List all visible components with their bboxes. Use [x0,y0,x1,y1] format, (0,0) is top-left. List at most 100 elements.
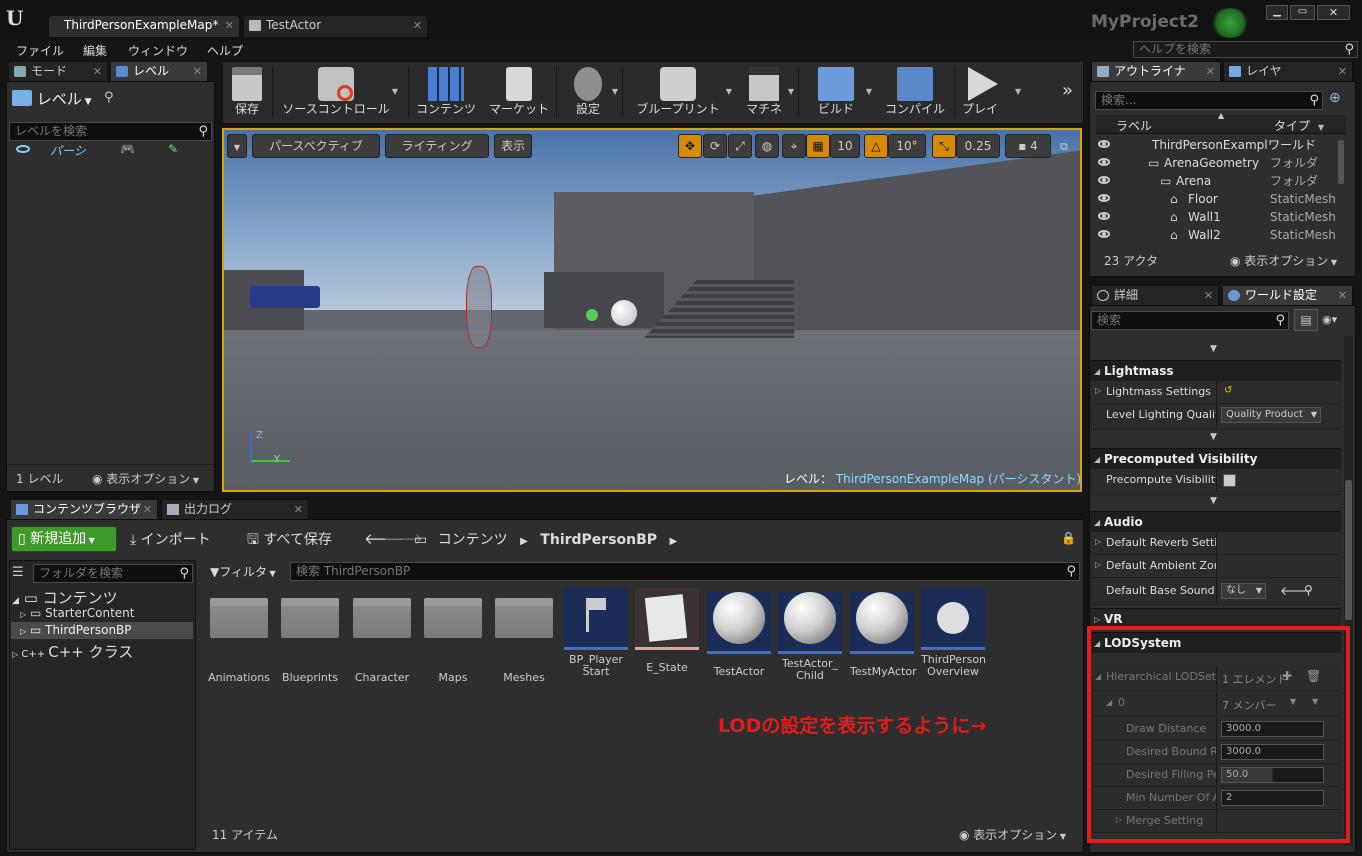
lighting-quality-dropdown[interactable]: Quality Product ▼ [1221,407,1321,423]
menu-file[interactable]: ファイル [16,42,64,59]
section-vr[interactable]: ▷ VR [1090,608,1341,628]
eye-icon[interactable] [1098,194,1110,202]
close-icon[interactable]: ✕ [225,16,234,35]
outliner-row[interactable]: ▭ Arena フォルダ [1098,172,1338,190]
close-icon[interactable]: ✕ [143,500,152,519]
details-scrollbar-thumb[interactable] [1345,480,1352,620]
scale-snap-value[interactable]: 0.25 [956,134,1000,158]
filters-button[interactable]: ▼フィルタ ▼ [210,563,276,580]
grid-snap-icon[interactable]: ▦ [806,134,830,158]
tab-outliner[interactable]: アウトライナ ✕ [1091,61,1221,81]
outliner-view-options[interactable]: ◉ 表示オプション ▼ [1230,252,1337,269]
section-audio[interactable]: ◢ Audio [1090,511,1341,532]
surface-snap-icon[interactable]: ⌖ [782,134,806,158]
pencil-icon[interactable]: ✎ [168,142,178,156]
perspective-button[interactable]: パースペクティブ [252,134,380,158]
asset-search-input[interactable]: 検索 ThirdPersonBP ⚲ [290,562,1080,581]
breadcrumb-arrow-icon[interactable]: ▶ [670,536,678,547]
dropdown-icon[interactable]: ▼ [612,87,618,96]
world-space-icon[interactable]: ◍ [755,134,779,158]
levels-search-input[interactable]: レベルを検索 ⚲ [9,122,212,141]
lock-icon[interactable]: 🔒 [1061,531,1076,545]
close-icon[interactable]: ✕ [1206,62,1215,81]
outliner-row[interactable]: ⌂FloorStaticMeshActor [1098,190,1338,208]
unreal-logo-icon[interactable]: U [6,6,30,32]
eye-icon[interactable] [16,145,30,153]
asset-tile[interactable]: TestActor_ Child [778,588,842,682]
eye-icon[interactable] [1098,176,1110,184]
close-icon[interactable]: ✕ [413,16,422,35]
asset-tile[interactable]: BP_Player Start [564,588,628,678]
expand-arrow-icon[interactable]: ▼ [1210,496,1217,506]
asset-tile[interactable]: Animations [207,588,271,684]
compile-button[interactable]: コンパイル [880,65,950,120]
asset-tile[interactable]: Meshes [492,588,556,684]
translate-tool-icon[interactable]: ✥ [678,134,702,158]
dropdown-icon[interactable]: ▼ [788,87,794,96]
tab-output-log[interactable]: 出力ログ ✕ [161,499,309,519]
tree-item-content[interactable]: ◢ ▭ コンテンツ [12,587,118,608]
scale-snap-icon[interactable]: ⤡ [932,134,956,158]
dropdown-icon[interactable]: ▼ [726,87,732,96]
sources-toggle-icon[interactable]: ☰ [12,565,24,580]
precompute-checkbox[interactable] [1223,474,1236,487]
tab-test-actor[interactable]: TestActor ✕ [243,15,428,37]
folder-search-input[interactable]: フォルダを検索 ⚲ [33,564,193,583]
build-button[interactable]: ビルド ▼ [802,65,872,120]
asset-tile[interactable]: E_State [635,588,699,674]
play-options-dropdown-icon[interactable]: ▼ [1015,87,1021,96]
marketplace-button[interactable]: マーケット [484,65,554,120]
visibility-eye-icon[interactable]: ◉▾ [1322,313,1337,326]
notification-icon[interactable] [1210,8,1250,38]
tree-item-starter-content[interactable]: ▷ ▭ StarterContent [20,606,134,620]
play-button[interactable]: プレイ [958,65,1002,120]
outliner-scrollbar[interactable] [1338,140,1344,184]
level-row[interactable]: パーシ 🎮 ✎ [8,142,213,158]
breadcrumb-content[interactable]: コンテンツ [438,532,508,548]
add-actor-icon[interactable]: ⊕ [1329,90,1341,106]
matinee-button[interactable]: マチネ ▼ [736,65,794,120]
content-button[interactable]: コンテンツ [412,65,480,120]
asset-tile[interactable]: Maps [421,588,485,684]
maximize-viewport-icon[interactable]: ⧉ [1060,140,1068,154]
scale-tool-icon[interactable]: ⤢ [728,134,752,158]
lightmass-settings-row[interactable]: ▷ Lightmass Settings ↺ [1090,381,1341,404]
source-control-button[interactable]: ソースコントロール ▼ [276,65,398,120]
dropdown-icon[interactable]: ▼ [392,87,398,96]
asset-tile[interactable]: Character [350,588,414,684]
import-button[interactable]: ⤓ インポート [130,529,211,549]
save-all-button[interactable]: 🖫 すべて保存 [247,529,332,553]
dropdown-icon[interactable]: ▼ [1318,123,1324,132]
close-icon[interactable]: ✕ [93,62,102,81]
tab-modes[interactable]: モード ✕ [8,61,108,81]
column-type[interactable]: タイプ [1274,117,1310,134]
close-icon[interactable]: ✕ [1338,62,1347,81]
menu-window[interactable]: ウィンドウ [128,42,188,59]
outliner-search-input[interactable]: 検索... ⚲ [1095,91,1323,110]
property-matrix-icon[interactable]: ▤ [1294,309,1318,331]
blueprints-button[interactable]: ブループリント ▼ [626,65,732,120]
reset-arrow-icon[interactable]: ↺ [1224,385,1232,396]
dropdown-icon[interactable]: ▼ [866,87,872,96]
breadcrumb-third-person-bp[interactable]: ThirdPersonBP [540,532,657,548]
maximize-button[interactable]: ▭ [1290,5,1315,20]
tab-third-person-map[interactable]: ThirdPersonExampleMap* ✕ [48,15,240,37]
minimize-button[interactable]: ▁ [1266,5,1288,20]
close-window-button[interactable]: ✕ [1317,5,1350,20]
breadcrumb-arrow-icon[interactable]: ▶ [520,536,528,547]
rotation-snap-icon[interactable]: △ [864,134,888,158]
levels-view-options[interactable]: ◉ 表示オプション ▼ [92,470,199,487]
viewport[interactable]: Z Y レベル： ThirdPersonExampleMap (パーシスタント) [222,128,1082,492]
expand-arrow-icon[interactable]: ▼ [1210,432,1217,442]
default-ambient-row[interactable]: ▷ Default Ambient Zone [1090,555,1341,578]
grid-snap-value[interactable]: 10 [830,134,860,158]
default-sound-mix-row[interactable]: Default Base Sound Mixなし▼🡐⚲ [1090,578,1341,605]
content-view-options[interactable]: ◉ 表示オプション ▼ [959,826,1066,843]
outliner-row[interactable]: ThirdPersonExampleMapワールド [1098,136,1338,154]
tab-details[interactable]: 詳細 ✕ [1091,285,1219,305]
levels-header[interactable]: レベル ▼ [12,88,92,109]
rotate-tool-icon[interactable]: ⟳ [703,134,727,158]
asset-tile[interactable]: Blueprints [278,588,342,684]
close-icon[interactable]: ✕ [1204,286,1213,305]
toolbar-overflow-icon[interactable]: » [1062,80,1073,101]
